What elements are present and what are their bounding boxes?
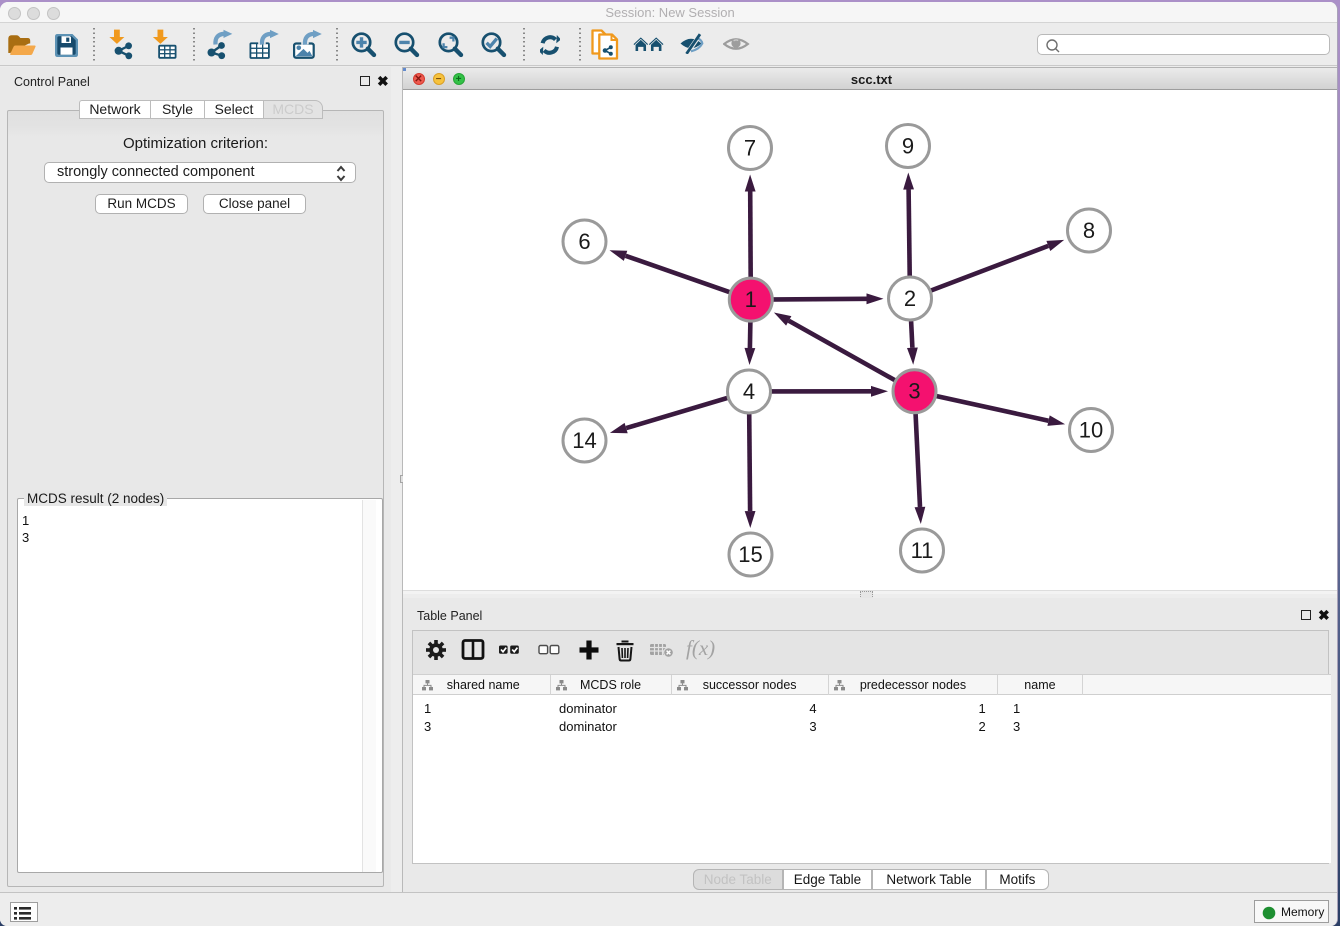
svg-text:1: 1 [745, 287, 757, 312]
svg-text:8: 8 [1083, 218, 1095, 243]
svg-text:4: 4 [743, 379, 755, 404]
svg-text:7: 7 [744, 136, 756, 161]
svg-text:15: 15 [738, 542, 762, 567]
svg-text:6: 6 [578, 229, 590, 254]
svg-text:2: 2 [904, 286, 916, 311]
svg-text:14: 14 [572, 428, 596, 453]
svg-text:11: 11 [911, 538, 934, 563]
svg-text:9: 9 [902, 134, 914, 159]
svg-text:10: 10 [1079, 418, 1103, 443]
svg-text:3: 3 [908, 379, 920, 404]
